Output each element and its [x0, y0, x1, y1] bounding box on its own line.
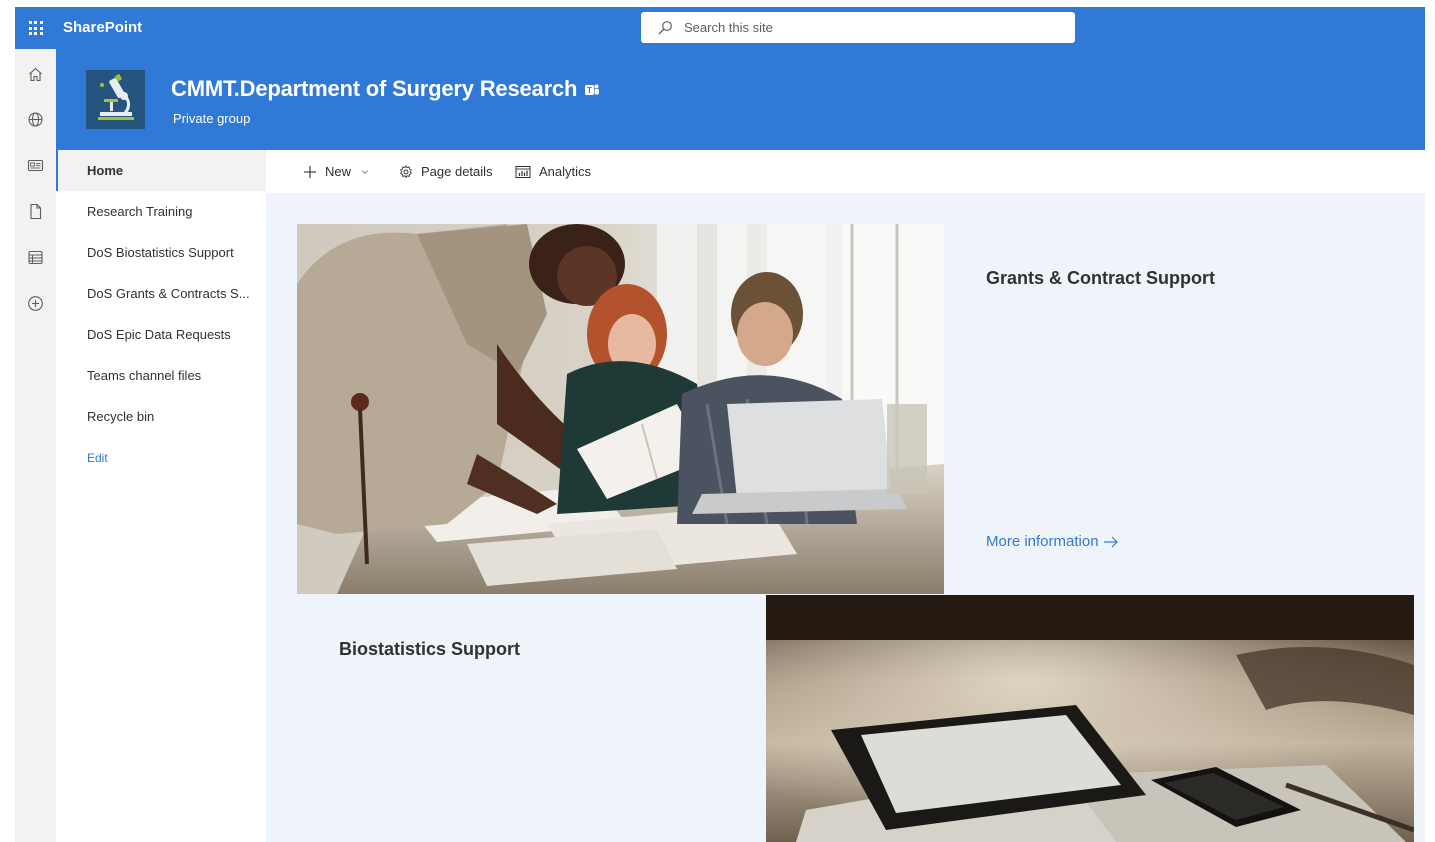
app-bar	[15, 49, 56, 842]
home-button[interactable]	[15, 54, 56, 94]
search-input[interactable]	[684, 20, 1064, 35]
photo-tablet-on-desk	[766, 595, 1414, 842]
document-icon	[30, 203, 42, 219]
files-button[interactable]	[15, 191, 56, 231]
hero-image-tablet-desk[interactable]	[766, 595, 1414, 842]
analytics-icon	[515, 165, 531, 178]
command-bar: New Page details Analytics	[266, 150, 1425, 193]
list-icon	[28, 250, 43, 264]
nav-item-home[interactable]: Home	[56, 150, 266, 191]
photo-people-at-desk	[297, 224, 944, 594]
site-title[interactable]: CMMT.Department of Surgery Research	[171, 76, 577, 102]
nav-item-research-training[interactable]: Research Training	[56, 191, 266, 232]
more-information-link[interactable]: More information	[986, 533, 1119, 550]
new-button[interactable]: New	[303, 150, 370, 193]
news-button[interactable]	[15, 145, 56, 185]
nav-item-grants-contracts[interactable]: DoS Grants & Contracts S...	[56, 273, 266, 314]
analytics-label: Analytics	[539, 164, 592, 179]
hero-image-team-working[interactable]	[297, 224, 944, 594]
app-name-link[interactable]: SharePoint	[63, 19, 142, 36]
page-canvas: Grants & Contract Support More informati…	[266, 193, 1425, 842]
analytics-button[interactable]: Analytics	[515, 150, 591, 193]
nav-item-biostatistics-support[interactable]: DoS Biostatistics Support	[56, 232, 266, 273]
grants-contract-support-title[interactable]: Grants & Contract Support	[986, 268, 1215, 289]
page-details-label: Page details	[421, 164, 493, 179]
waffle-icon	[28, 21, 43, 35]
search-box[interactable]	[641, 12, 1075, 43]
lists-button[interactable]	[15, 237, 56, 277]
app-launcher-button[interactable]	[15, 7, 56, 49]
new-button-label: New	[325, 164, 352, 179]
arrow-right-icon	[1103, 536, 1118, 547]
home-icon	[29, 67, 42, 81]
microscope-icon	[86, 70, 145, 129]
teams-icon[interactable]: T	[584, 82, 600, 98]
globe-icon	[28, 111, 43, 127]
nav-item-recycle-bin[interactable]: Recycle bin	[56, 396, 266, 437]
nav-item-teams-channel-files[interactable]: Teams channel files	[56, 355, 266, 396]
nav-item-epic-data-requests[interactable]: DoS Epic Data Requests	[56, 314, 266, 355]
create-button[interactable]	[15, 283, 56, 323]
page-details-button[interactable]: Page details	[399, 150, 493, 193]
biostatistics-support-title[interactable]: Biostatistics Support	[339, 639, 520, 660]
sharepoint-window: SharePoint Search this site CMMT.Departm…	[15, 7, 1425, 842]
site-privacy-label: Private group	[173, 111, 251, 126]
search-icon	[658, 20, 672, 34]
site-navigation: Home Research Training DoS Biostatistics…	[56, 150, 266, 842]
site-logo[interactable]	[86, 70, 145, 129]
gear-icon	[400, 164, 412, 178]
global-navigation-button[interactable]	[15, 99, 56, 139]
nav-edit-link[interactable]: Edit	[56, 437, 266, 478]
site-header: CMMT.Department of Surgery Research T Pr…	[56, 49, 1425, 150]
chevron-down-icon	[361, 169, 369, 174]
suite-bar: SharePoint	[15, 7, 1425, 49]
add-circle-icon	[28, 295, 43, 311]
news-icon	[27, 159, 44, 171]
plus-icon	[304, 165, 316, 178]
more-information-label: More information	[986, 533, 1099, 550]
svg-text:T: T	[587, 86, 592, 95]
